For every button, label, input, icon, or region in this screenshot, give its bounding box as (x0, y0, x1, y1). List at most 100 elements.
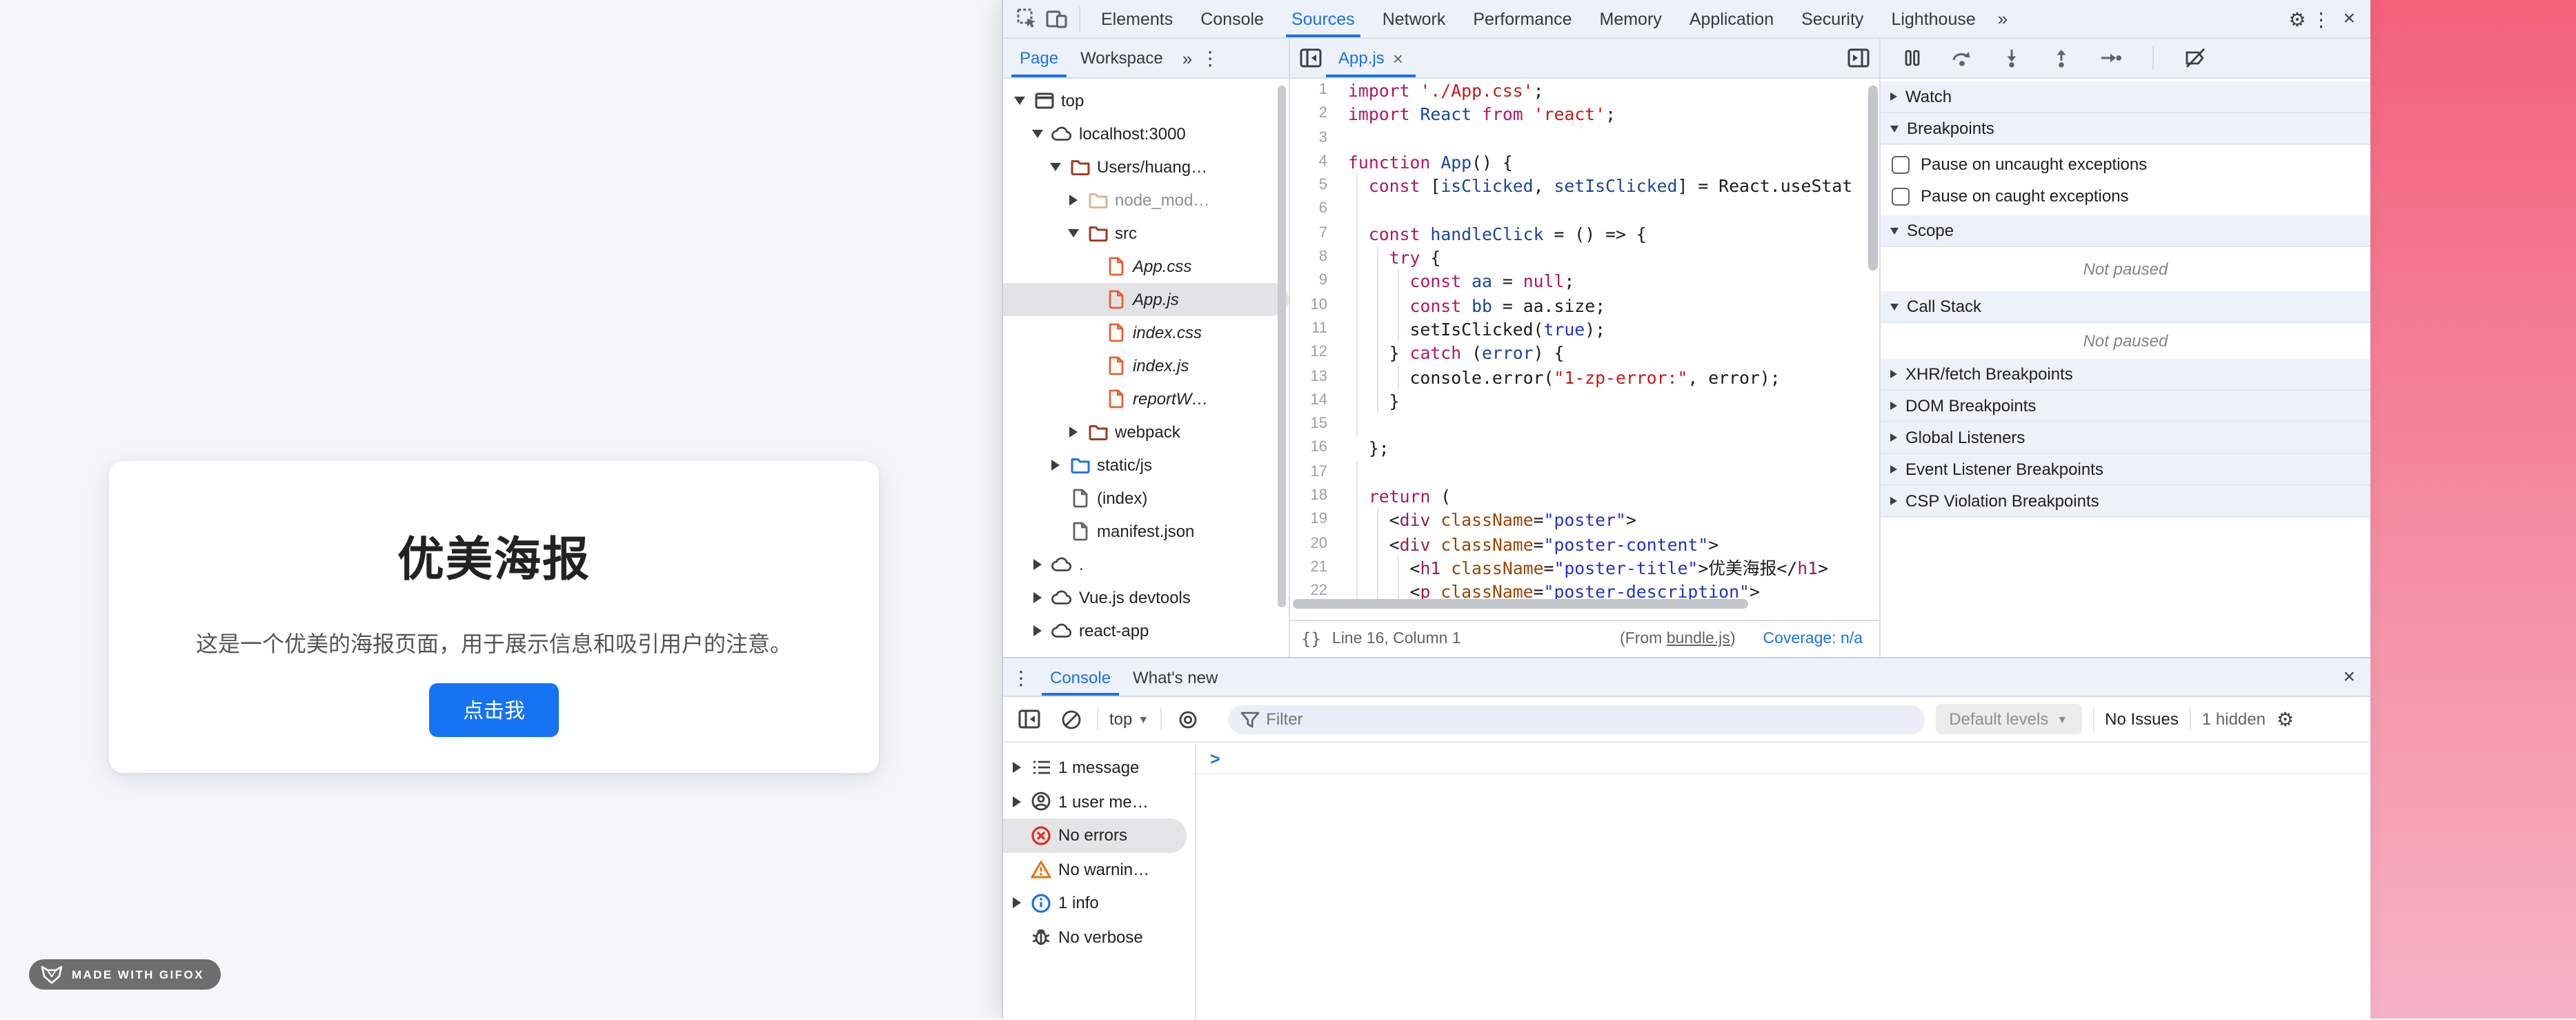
collapse-arrow-icon[interactable] (1011, 97, 1027, 105)
tree-item-top[interactable]: top (1003, 84, 1289, 117)
tab-memory[interactable]: Memory (1586, 0, 1676, 37)
tab-console[interactable]: Console (1187, 0, 1278, 37)
tree-item-manifest.json[interactable]: manifest.json (1003, 515, 1289, 548)
section-header-global-listeners[interactable]: Global Listeners (1881, 422, 2370, 454)
line-number[interactable]: 11 (1290, 317, 1327, 342)
code-line-6[interactable]: 6 (1290, 198, 1879, 222)
code-line-7[interactable]: 7 const handleClick = () => { (1290, 222, 1879, 246)
code-line-21[interactable]: 21 <h1 className="poster-title">优美海报</h1… (1290, 556, 1879, 580)
console-filter-no-errors[interactable]: No errors (1003, 818, 1187, 852)
line-number[interactable]: 8 (1290, 246, 1327, 270)
console-filter-no-verbose[interactable]: No verbose (1003, 920, 1195, 954)
expand-arrow-icon[interactable] (1047, 460, 1062, 471)
live-expression-eye-icon[interactable] (1172, 704, 1202, 734)
step-out-icon[interactable] (2046, 43, 2077, 73)
log-levels-dropdown[interactable]: Default levels ▼ (1935, 704, 2081, 734)
navigator-tab-page[interactable]: Page (1009, 39, 1069, 77)
tree-item--index-[interactable]: (index) (1003, 482, 1289, 515)
section-header-scope[interactable]: Scope (1881, 215, 2370, 247)
editor-horizontal-scrollbar[interactable] (1293, 599, 1748, 609)
section-header-call-stack[interactable]: Call Stack (1881, 291, 2370, 323)
navigator-more-tabs-icon[interactable]: » (1174, 48, 1200, 68)
line-number[interactable]: 18 (1290, 484, 1327, 509)
drawer-menu-icon[interactable]: ⋮ (1011, 667, 1031, 687)
clear-console-icon[interactable] (1056, 704, 1086, 734)
tree-item-vue.js-devtools[interactable]: Vue.js devtools (1003, 581, 1289, 614)
console-settings-gear-icon[interactable]: ⚙ (2277, 709, 2294, 729)
code-line-13[interactable]: 13 console.error("1-zp-error:", error); (1290, 365, 1879, 389)
console-prompt-row[interactable]: > (1196, 744, 2370, 774)
editor-vertical-scrollbar[interactable] (1868, 86, 1878, 271)
collapse-arrow-icon[interactable] (1029, 130, 1044, 138)
checkbox-row-pause-on-caught-exceptions[interactable]: Pause on caught exceptions (1881, 179, 2370, 211)
tree-item-.[interactable]: . (1003, 548, 1289, 581)
tree-item-users-huang-[interactable]: Users/huang… (1003, 150, 1289, 184)
device-toolbar-icon[interactable] (1042, 3, 1072, 34)
line-number[interactable]: 1 (1290, 79, 1327, 103)
code-line-16[interactable]: 16 }; (1290, 437, 1879, 461)
tree-item-index.css[interactable]: index.css (1003, 316, 1289, 349)
section-header-csp-violation-breakpoints[interactable]: CSP Violation Breakpoints (1881, 486, 2370, 518)
console-filter-no-warnin-[interactable]: No warnin… (1003, 852, 1195, 886)
code-line-12[interactable]: 12 } catch (error) { (1290, 342, 1879, 366)
context-selector[interactable]: top ▼ (1109, 709, 1149, 729)
code-line-19[interactable]: 19 <div className="poster"> (1290, 509, 1879, 533)
console-filter-1-info[interactable]: 1 info (1003, 886, 1195, 920)
section-header-event-listener-breakpoints[interactable]: Event Listener Breakpoints (1881, 454, 2370, 486)
collapse-navigator-icon[interactable] (1296, 43, 1326, 73)
tree-item-app.js[interactable]: App.js (1003, 283, 1289, 316)
tree-item-node-mod-[interactable]: node_mod… (1003, 184, 1289, 217)
navigator-tab-workspace[interactable]: Workspace (1069, 39, 1174, 77)
code-lines[interactable]: 1import './App.css';2import React from '… (1290, 79, 1879, 604)
line-number[interactable]: 12 (1290, 342, 1327, 366)
expand-arrow-icon[interactable] (1029, 592, 1044, 603)
tree-item-src[interactable]: src (1003, 217, 1289, 250)
line-number[interactable]: 17 (1290, 461, 1327, 485)
checkbox-row-pause-on-uncaught-exceptions[interactable]: Pause on uncaught exceptions (1881, 148, 2370, 179)
code-line-8[interactable]: 8 try { (1290, 246, 1879, 270)
code-line-4[interactable]: 4function App() { (1290, 150, 1879, 175)
section-header-watch[interactable]: Watch (1881, 81, 2370, 113)
console-filter-input[interactable] (1227, 705, 1924, 734)
step-into-icon[interactable] (1997, 43, 2027, 73)
code-line-3[interactable]: 3 (1290, 126, 1879, 150)
line-number[interactable]: 7 (1290, 222, 1327, 246)
more-tabs-icon[interactable]: » (1990, 8, 2016, 29)
code-line-2[interactable]: 2import React from 'react'; (1290, 103, 1879, 127)
expand-arrow-icon[interactable] (1009, 898, 1024, 909)
line-number[interactable]: 2 (1290, 103, 1327, 127)
code-line-20[interactable]: 20 <div className="poster-content"> (1290, 532, 1879, 556)
tab-performance[interactable]: Performance (1459, 0, 1585, 37)
tree-item-localhost-3000[interactable]: localhost:3000 (1003, 117, 1289, 150)
line-number[interactable]: 5 (1290, 174, 1327, 198)
line-number[interactable]: 16 (1290, 437, 1327, 461)
line-number[interactable]: 21 (1290, 556, 1327, 580)
checkbox[interactable] (1892, 155, 1910, 173)
tab-network[interactable]: Network (1369, 0, 1460, 37)
code-line-10[interactable]: 10 const bb = aa.size; (1290, 293, 1879, 317)
expand-arrow-icon[interactable] (1009, 763, 1024, 774)
console-messages-area[interactable]: > (1196, 744, 2370, 1020)
deactivate-breakpoints-icon[interactable] (2180, 43, 2210, 73)
tree-item-static-js[interactable]: static/js (1003, 449, 1289, 482)
collapse-arrow-icon[interactable] (1065, 229, 1080, 237)
tab-lighthouse[interactable]: Lighthouse (1877, 0, 1989, 37)
pretty-print-icon[interactable]: {} (1301, 629, 1321, 649)
console-sidebar-toggle-icon[interactable] (1014, 704, 1044, 734)
tab-application[interactable]: Application (1676, 0, 1787, 37)
line-number[interactable]: 3 (1290, 126, 1327, 150)
code-line-18[interactable]: 18 return ( (1290, 484, 1879, 509)
step-over-icon[interactable] (1947, 43, 1977, 73)
line-number[interactable]: 19 (1290, 509, 1327, 533)
console-filter-1-message[interactable]: 1 message (1003, 751, 1195, 785)
console-filter-1-user-me-[interactable]: 1 user me… (1003, 785, 1195, 818)
tab-elements[interactable]: Elements (1087, 0, 1187, 37)
tab-sources[interactable]: Sources (1278, 0, 1369, 37)
navigator-scrollbar[interactable] (1278, 86, 1286, 607)
line-number[interactable]: 6 (1290, 198, 1327, 222)
section-header-breakpoints[interactable]: Breakpoints (1881, 113, 2370, 145)
drawer-tab-whats-new[interactable]: What's new (1122, 658, 1229, 696)
expand-arrow-icon[interactable] (1029, 559, 1044, 570)
expand-arrow-icon[interactable] (1029, 625, 1044, 636)
tree-item-index.js[interactable]: index.js (1003, 349, 1289, 382)
